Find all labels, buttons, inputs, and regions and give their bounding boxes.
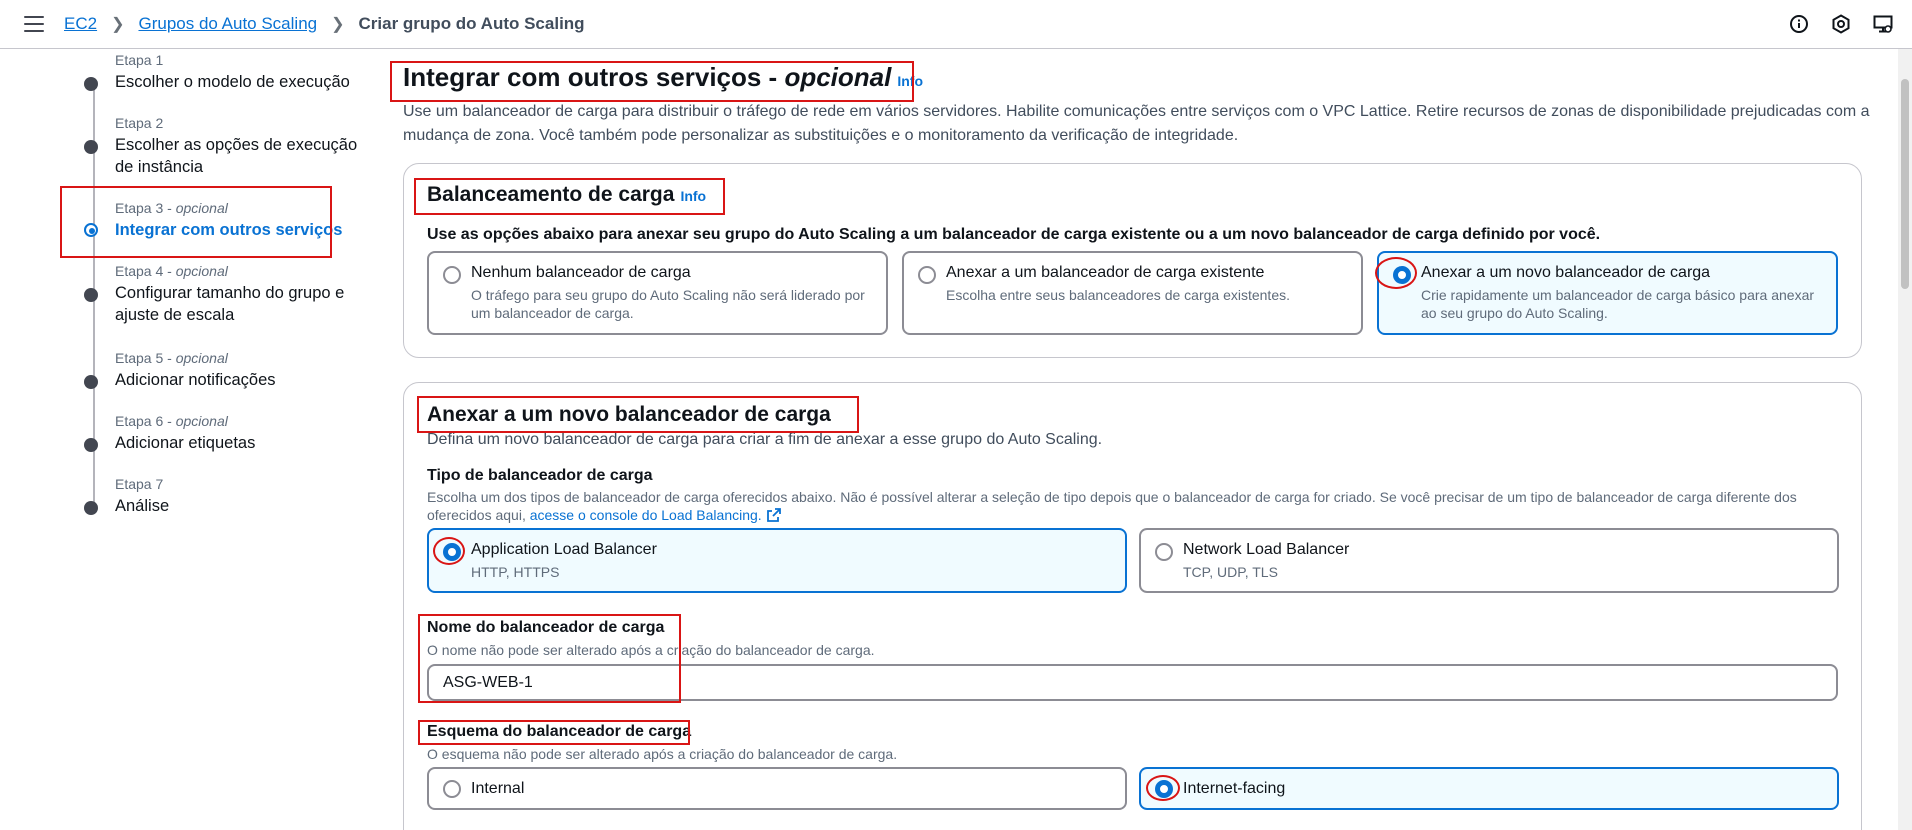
step-stage: Etapa 2 bbox=[115, 115, 164, 131]
breadcrumb-ec2[interactable]: EC2 bbox=[64, 14, 97, 34]
step-stage: Etapa 1 bbox=[115, 52, 164, 68]
step-title[interactable]: Configurar tamanho do grupo e ajuste de … bbox=[115, 282, 380, 326]
option-label: Nenhum balanceador de carga bbox=[471, 264, 691, 281]
lb-type-label: Tipo de balanceador de carga bbox=[427, 467, 653, 484]
step-title[interactable]: Escolher as opções de execução de instân… bbox=[115, 134, 380, 178]
scrollbar-thumb[interactable] bbox=[1901, 79, 1909, 289]
new-load-balancer-container: Anexar a um novo balanceador de carga De… bbox=[403, 382, 1862, 830]
option-description: TCP, UDP, TLS bbox=[1183, 564, 1278, 580]
annotation-circle bbox=[1146, 775, 1180, 801]
annotation-circle bbox=[1375, 257, 1417, 289]
step-indicator-icon bbox=[84, 501, 98, 515]
step-stage: Etapa 7 bbox=[115, 476, 164, 492]
page-description: Use um balanceador de carga para distrib… bbox=[403, 103, 1870, 144]
option-description: O tráfego para seu grupo do Auto Scaling… bbox=[471, 287, 865, 321]
lb-type-description: Escolha um dos tipos de balanceador de c… bbox=[427, 489, 1797, 523]
annotation-highlight-box bbox=[60, 186, 332, 258]
option-application-load-balancer[interactable]: Application Load Balancer HTTP, HTTPS bbox=[427, 528, 1127, 593]
chevron-right-icon: ❯ bbox=[111, 16, 125, 33]
radio-button[interactable] bbox=[443, 266, 461, 284]
annotation-highlight-box bbox=[390, 61, 914, 102]
annotation-highlight-box bbox=[414, 178, 725, 215]
breadcrumb: EC2 ❯ Grupos do Auto Scaling ❯ Criar gru… bbox=[64, 14, 585, 34]
option-scheme-internet-facing[interactable]: Internet-facing bbox=[1139, 767, 1839, 810]
hamburger-menu-icon[interactable] bbox=[24, 16, 44, 32]
step-indicator-icon bbox=[84, 375, 98, 389]
section-description: Defina um novo balanceador de carga para… bbox=[427, 431, 1103, 448]
option-description: Escolha entre seus balanceadores de carg… bbox=[946, 287, 1290, 303]
load-balancing-console-link[interactable]: acesse o console do Load Balancing. bbox=[530, 507, 762, 523]
step-indicator-icon bbox=[84, 140, 98, 154]
option-network-load-balancer[interactable]: Network Load Balancer TCP, UDP, TLS bbox=[1139, 528, 1839, 593]
option-label: Anexar a um balanceador de carga existen… bbox=[946, 264, 1265, 281]
option-existing-load-balancer[interactable]: Anexar a um balanceador de carga existen… bbox=[902, 251, 1363, 335]
notifications-icon[interactable] bbox=[1830, 13, 1852, 35]
step-title[interactable]: Escolher o modelo de execução bbox=[115, 71, 380, 93]
step-title[interactable]: Adicionar etiquetas bbox=[115, 432, 380, 454]
breadcrumb-current: Criar grupo do Auto Scaling bbox=[358, 14, 585, 33]
annotation-highlight-box bbox=[418, 720, 690, 745]
annotation-highlight-box bbox=[417, 396, 859, 433]
step-indicator-icon bbox=[84, 288, 98, 302]
step-stage: Etapa 5 - opcional bbox=[115, 350, 228, 366]
option-label: Anexar a um novo balanceador de carga bbox=[1421, 264, 1711, 281]
step-title[interactable]: Adicionar notificações bbox=[115, 369, 380, 391]
section-instruction: Use as opções abaixo para anexar seu gru… bbox=[427, 226, 1601, 243]
option-scheme-internal[interactable]: Internal bbox=[427, 767, 1127, 810]
step-stage: Etapa 4 - opcional bbox=[115, 263, 228, 279]
radio-button[interactable] bbox=[1155, 543, 1173, 561]
step-stage: Etapa 6 - opcional bbox=[115, 413, 228, 429]
lb-scheme-description: O esquema não pode ser alterado após a c… bbox=[427, 746, 898, 762]
step-title[interactable]: Análise bbox=[115, 495, 380, 517]
option-label: Internet-facing bbox=[1183, 780, 1286, 797]
annotation-circle bbox=[433, 537, 465, 565]
option-label: Application Load Balancer bbox=[471, 541, 657, 558]
info-circle-icon[interactable] bbox=[1788, 13, 1810, 35]
annotation-highlight-box bbox=[418, 614, 681, 703]
option-description: Crie rapidamente um balanceador de carga… bbox=[1421, 287, 1815, 321]
radio-button[interactable] bbox=[918, 266, 936, 284]
radio-button[interactable] bbox=[443, 780, 461, 798]
step-indicator-icon bbox=[84, 438, 98, 452]
step-indicator-icon bbox=[84, 77, 98, 91]
option-description: HTTP, HTTPS bbox=[471, 564, 560, 580]
page-scrollbar[interactable] bbox=[1898, 49, 1912, 830]
option-label: Internal bbox=[471, 780, 525, 797]
option-label: Network Load Balancer bbox=[1183, 541, 1350, 558]
option-new-load-balancer[interactable]: Anexar a um novo balanceador de carga Cr… bbox=[1377, 251, 1838, 335]
display-settings-icon[interactable] bbox=[1872, 13, 1894, 35]
top-navigation-bar: EC2 ❯ Grupos do Auto Scaling ❯ Criar gru… bbox=[0, 0, 1912, 49]
external-link-icon bbox=[766, 508, 781, 522]
option-no-load-balancer[interactable]: Nenhum balanceador de carga O tráfego pa… bbox=[427, 251, 888, 335]
breadcrumb-auto-scaling-groups[interactable]: Grupos do Auto Scaling bbox=[138, 14, 317, 34]
chevron-right-icon: ❯ bbox=[331, 16, 345, 33]
